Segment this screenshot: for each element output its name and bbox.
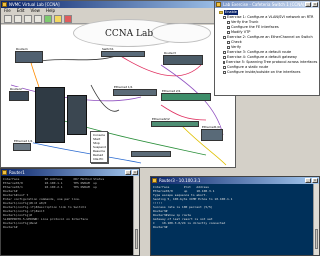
lab-exercise-title-bar[interactable]: Lab Exercise - Cafeteria Switch 1 (CCNA)…	[215, 1, 319, 8]
app-icon	[2, 2, 7, 7]
folder-icon	[219, 11, 223, 14]
checkbox-icon[interactable]	[227, 21, 230, 24]
menu-file[interactable]: File	[4, 8, 11, 14]
checkbox-icon[interactable]	[227, 41, 230, 44]
console-scrollbar[interactable]	[313, 184, 319, 255]
minimize-icon[interactable]: _	[305, 178, 311, 183]
save-icon[interactable]	[24, 15, 32, 23]
lab-exercise-title: Lab Exercise - Cafeteria Switch 1 (CCNA)	[223, 2, 305, 7]
console-window-right: Router3 - 10.100.3.1 _ × Interface Prot …	[150, 176, 320, 256]
tree-item[interactable]: Configure inside/outside on the interfac…	[219, 70, 315, 75]
chassis-module[interactable]	[67, 95, 87, 135]
console-title-bar[interactable]: Router1 _ ×	[1, 169, 139, 176]
terminal-icon	[2, 170, 7, 175]
console-title-bar[interactable]: Router3 - 10.100.3.1 _ ×	[151, 177, 319, 184]
router1-device[interactable]: Router1	[15, 47, 43, 63]
device-label: Ethernet 1/1	[14, 139, 33, 143]
checkbox-icon[interactable]	[223, 66, 226, 69]
terminal-icon	[152, 178, 157, 183]
topology-canvas[interactable]: CCNA Lab Router1 Switch1 Router3 Router2	[1, 19, 235, 167]
switch1-device[interactable]: Switch1	[101, 47, 145, 57]
open-icon[interactable]	[14, 15, 22, 23]
checkbox-icon[interactable]	[227, 26, 230, 29]
device-label: Router2	[10, 87, 22, 91]
router3-device[interactable]: Router3	[163, 51, 203, 65]
device-label: Switch1	[102, 47, 114, 51]
menu-view[interactable]: View	[30, 8, 40, 14]
catalyst-chassis[interactable]	[35, 87, 65, 143]
switch3-device[interactable]: Ethernet 2/1	[161, 89, 211, 101]
snapshot-icon[interactable]	[34, 15, 42, 23]
menu-help[interactable]: Help	[46, 8, 55, 14]
minimize-icon[interactable]: _	[305, 2, 311, 7]
close-icon[interactable]: ×	[312, 2, 318, 7]
switch5-device[interactable]	[131, 151, 171, 157]
device-label: Ethernet 1/1	[114, 85, 133, 89]
minimize-icon[interactable]: _	[125, 170, 131, 175]
console-output[interactable]: Interface Prot Address Ethernet0/0 up 10.…	[151, 184, 313, 255]
switch2-device[interactable]: Ethernet 1/1	[113, 85, 157, 96]
switch4-device[interactable]: Ethernet2/2	[151, 117, 199, 127]
device-context-menu: Console Start Stop Suspend Resume Reload…	[90, 131, 108, 163]
server-device[interactable]: Ethernet1/0	[201, 125, 223, 141]
topology-window: NVMC Virtual Lab [CCNA] _ □ × File Edit …	[0, 0, 236, 168]
checkbox-icon[interactable]	[223, 51, 226, 54]
console-output[interactable]: Interface IP-Address OK? Method Status Et…	[1, 176, 133, 255]
scroll-thumb[interactable]	[135, 229, 138, 249]
stop-all-icon[interactable]	[64, 15, 72, 23]
checkbox-icon[interactable]	[227, 31, 230, 34]
device-label: Router3	[164, 51, 176, 55]
host-device[interactable]: Ethernet 1/1	[13, 139, 33, 151]
router2-device[interactable]: Router2	[9, 87, 29, 101]
link-line	[20, 139, 142, 164]
topology-title: NVMC Virtual Lab [CCNA]	[9, 2, 60, 7]
menu-edit[interactable]: Edit	[17, 8, 25, 14]
start-all-icon[interactable]	[44, 15, 52, 23]
exercise-tree: Enable Exercise 1: Configure a VLAN/SVI …	[215, 8, 319, 95]
lab-exercise-window: Lab Exercise - Cafeteria Switch 1 (CCNA)…	[214, 0, 320, 96]
checkbox-icon[interactable]	[227, 46, 230, 49]
checkbox-icon[interactable]	[223, 16, 226, 19]
device-label: Ethernet1/0	[202, 125, 220, 129]
checkbox-icon[interactable]	[223, 61, 225, 64]
console-title: Router3 - 10.100.3.1	[159, 178, 201, 183]
suspend-all-icon[interactable]	[54, 15, 62, 23]
checkbox-icon[interactable]	[223, 71, 226, 74]
close-icon[interactable]: ×	[312, 178, 318, 183]
device-label: Ethernet 2/1	[162, 89, 181, 93]
topology-title-bar[interactable]: NVMC Virtual Lab [CCNA] _ □ ×	[1, 1, 235, 8]
checkbox-icon[interactable]	[223, 36, 226, 39]
console-window-left: Router1 _ × Interface IP-Address OK? Met…	[0, 168, 140, 256]
close-icon[interactable]: ×	[132, 170, 138, 175]
console-scrollbar[interactable]	[133, 176, 139, 255]
new-icon[interactable]	[4, 15, 12, 23]
console-title: Router1	[9, 170, 25, 175]
context-menu-item[interactable]: Idle PC	[93, 157, 105, 161]
checkbox-icon[interactable]	[223, 56, 226, 59]
device-label: Router1	[16, 47, 28, 51]
app-icon	[216, 2, 221, 7]
device-label: Ethernet2/2	[152, 117, 170, 121]
scroll-thumb[interactable]	[315, 229, 318, 249]
